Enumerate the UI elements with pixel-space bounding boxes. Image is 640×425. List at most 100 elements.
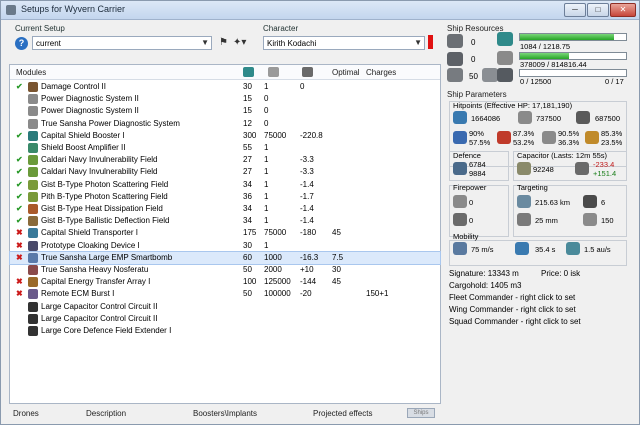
target-range-icon [517,195,531,208]
module-online-icon[interactable]: ✔ [16,216,24,225]
module-row[interactable]: ✔ Capital Shield Booster I 300 75000 -220.8 [10,130,440,142]
wing-commander[interactable]: Wing Commander - right click to set [449,305,576,314]
module-offline-icon[interactable]: ✖ [16,253,24,262]
module-row[interactable]: Large Capacitor Control Circuit II [10,301,440,313]
maximize-button[interactable]: □ [587,3,609,17]
minimize-button[interactable]: ─ [564,3,586,17]
module-capacitor: -3.3 [300,167,314,177]
header-charges[interactable]: Charges [366,68,396,77]
module-row[interactable]: ✔ Gist B-Type Heat Dissipation Field 34 1 -1… [10,203,440,215]
module-row[interactable]: ✔ Gist B-Type Photon Scattering Field 34 1 -… [10,179,440,191]
chevron-down-icon: ▼ [201,38,209,47]
module-icon [28,228,38,239]
flag-icon[interactable]: ⚑ [219,37,228,48]
header-optimal[interactable]: Optimal [332,68,360,77]
module-name: Large Core Defence Field Extender I [41,326,172,335]
module-row[interactable]: ✖ True Sansha Large EMP Smartbomb 60 1000 -1… [9,250,441,265]
module-name: True Sansha Heavy Nosferatu [41,265,149,274]
module-cpu: 36 [243,191,252,201]
module-row[interactable]: Shield Boost Amplifier II 55 1 [10,142,440,154]
module-row[interactable]: Large Capacitor Control Circuit II [10,313,440,325]
options-icon[interactable]: ✦▾ [233,37,246,48]
module-powergrid: 75000 [264,228,287,238]
setup-select[interactable]: current ▼ [32,36,212,50]
character-label: Character [263,24,299,33]
module-icon [28,179,38,190]
module-name: Caldari Navy Invulnerability Field [41,167,158,177]
bandwidth-text: 0 / 17 [605,77,624,86]
module-cpu: 100 [243,277,257,287]
module-row[interactable]: True Sansha Power Diagnostic System 12 0 [10,118,440,130]
module-icon [28,155,38,166]
module-row[interactable]: Large Core Defence Field Extender I [10,325,440,337]
module-icon [28,130,38,141]
module-icon [28,240,38,251]
module-offline-icon[interactable]: ✖ [16,241,24,250]
powergrid-icon [497,51,513,65]
defence-icon [453,162,467,175]
turret-count: 0 [471,38,476,47]
module-offline-icon[interactable]: ✖ [16,289,24,298]
module-name: Gist B-Type Ballistic Deflection Field [41,216,170,226]
header-modules[interactable]: Modules [16,68,46,77]
module-online-icon[interactable]: ✔ [16,167,24,176]
module-name: Pith B-Type Photon Scattering Field [41,191,168,201]
module-online-icon[interactable]: ✔ [16,82,24,91]
module-row[interactable]: ✖ Capital Energy Transfer Array I 100 12500… [10,276,440,288]
tab-ships-button[interactable]: Ships [407,408,435,418]
module-icon [28,326,38,336]
module-row[interactable]: Power Diagnostic System II 15 0 [10,93,440,105]
tab-boosters-implants[interactable]: Boosters\Implants [193,409,257,418]
cpu-column-icon[interactable] [243,67,254,77]
module-row[interactable]: ✔ Gist B-Type Ballistic Deflection Field 3… [10,215,440,227]
launcher-count: 0 [471,55,476,64]
module-online-icon[interactable]: ✔ [16,180,24,189]
tab-drones[interactable]: Drones [13,409,39,418]
module-online-icon[interactable]: ✔ [16,204,24,213]
module-row[interactable]: ✔ Caldari Navy Invulnerability Field 27 1 -3… [10,154,440,166]
module-row[interactable]: Power Diagnostic System II 15 0 [10,105,440,117]
module-row[interactable]: ✔ Caldari Navy Invulnerability Field 27 1 -3… [10,166,440,178]
cargohold: Cargohold: 1405 m3 [449,281,522,290]
module-cpu: 34 [243,179,252,189]
module-row[interactable]: ✖ Prototype Cloaking Device I 30 1 [10,240,440,252]
module-cpu: 15 [243,94,252,104]
module-icon [28,277,38,288]
calibration-value: 50 [469,72,478,81]
modules-list[interactable]: Modules Optimal Charges ✔ Damage Control … [9,64,441,404]
thermal-shield-resist: 87.3% [513,129,535,138]
module-capacitor: -1.4 [300,204,314,213]
module-capacitor: -1.4 [300,216,314,226]
module-row[interactable]: ✔ Pith B-Type Photon Scattering Field 36 1 -… [10,191,440,203]
calibration-icon [447,68,463,82]
module-powergrid: 1 [264,191,269,201]
module-capacitor: -3.3 [300,155,314,165]
module-online-icon[interactable]: ✔ [16,131,24,140]
character-select[interactable]: Kirith Kodachi ▼ [263,36,425,50]
drone-count-icon [482,68,498,82]
squad-commander[interactable]: Squad Commander - right click to set [449,317,581,326]
module-row[interactable]: ✖ Capital Shield Transporter I 175 75000 -18… [10,227,440,239]
module-optimal: 7.5 [332,252,344,262]
help-icon[interactable]: ? [15,37,28,50]
shield-hp: 1664086 [471,114,501,123]
powergrid-column-icon[interactable] [268,67,279,77]
damage-icon [453,195,467,208]
module-cpu: 15 [243,106,252,116]
close-button[interactable]: ✕ [610,3,636,17]
module-offline-icon[interactable]: ✖ [16,228,24,237]
module-offline-icon[interactable]: ✖ [16,277,24,286]
module-cpu: 60 [243,252,252,262]
fleet-commander[interactable]: Fleet Commander - right click to set [449,293,575,302]
module-row[interactable]: ✖ Remote ECM Burst I 50 100000 -20 150+1 [10,288,440,300]
module-row[interactable]: ✔ Damage Control II 30 1 0 [10,81,440,93]
capacitor-column-icon[interactable] [302,67,313,77]
module-online-icon[interactable]: ✔ [16,155,24,164]
module-capacitor: -220.8 [300,130,323,140]
firepower-value-a: 0 [469,198,474,207]
tab-description[interactable]: Description [86,409,126,418]
module-online-icon[interactable]: ✔ [16,192,24,201]
character-select-value: Kirith Kodachi [267,39,317,48]
tab-projected-effects[interactable]: Projected effects [313,409,372,418]
module-row[interactable]: True Sansha Heavy Nosferatu 50 2000 +10 30 [10,264,440,276]
